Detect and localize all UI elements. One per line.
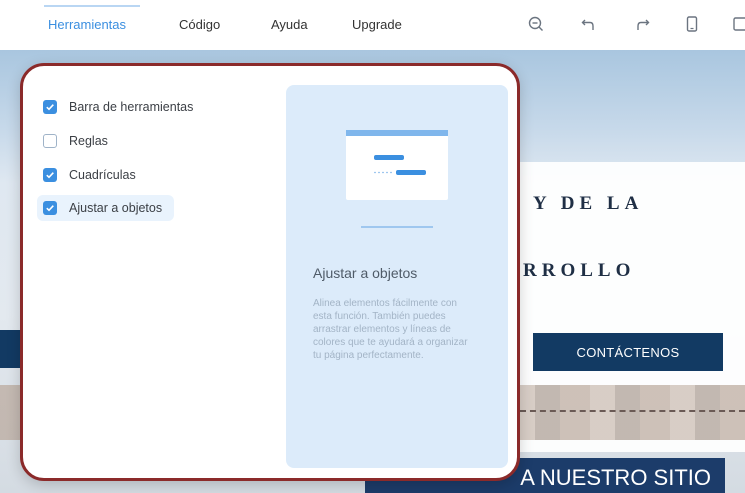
snap-illustration-icon (346, 130, 448, 200)
mobile-icon[interactable] (681, 13, 703, 35)
option-rulers[interactable]: Reglas (43, 128, 108, 154)
top-menu-bar: Herramientas Código Ayuda Upgrade (0, 0, 745, 51)
tools-dropdown-panel: Barra de herramientas Reglas Cuadrículas… (20, 63, 520, 481)
option-snap-to-objects-label: Ajustar a objetos (69, 201, 163, 215)
menu-herramientas[interactable]: Herramientas (48, 17, 126, 32)
site-heading-line1: Y DE LA (533, 193, 644, 214)
menu-codigo[interactable]: Código (179, 17, 220, 32)
preview-icon[interactable] (730, 13, 745, 35)
checkbox-checked-icon[interactable] (43, 100, 57, 114)
option-info-card: Ajustar a objetos Alinea elementos fácil… (286, 85, 508, 468)
site-heading-line2: RROLLO (523, 260, 636, 281)
option-snap-to-objects[interactable]: Ajustar a objetos (37, 195, 175, 221)
option-rulers-label: Reglas (69, 134, 108, 148)
redo-icon[interactable] (631, 13, 653, 35)
menu-ayuda[interactable]: Ayuda (271, 17, 308, 32)
option-toolbar-label: Barra de herramientas (69, 100, 194, 114)
site-contact-button[interactable]: CONTÁCTENOS (533, 333, 723, 371)
zoom-out-icon[interactable] (525, 13, 547, 35)
menu-upgrade[interactable]: Upgrade (352, 17, 402, 32)
info-title: Ajustar a objetos (313, 265, 418, 281)
option-grids[interactable]: Cuadrículas (43, 162, 136, 188)
info-description: Alinea elementos fácilmente con esta fun… (313, 298, 468, 361)
undo-icon[interactable] (578, 13, 600, 35)
checkbox-checked-icon[interactable] (43, 201, 57, 215)
site-divider (520, 410, 745, 412)
site-left-block (0, 330, 20, 368)
option-toolbar[interactable]: Barra de herramientas (43, 94, 193, 120)
option-grids-label: Cuadrículas (69, 168, 136, 182)
checkbox-checked-icon[interactable] (43, 168, 57, 182)
active-tab-indicator (44, 5, 140, 7)
illustration-divider (361, 226, 433, 228)
checkbox-unchecked-icon[interactable] (43, 134, 57, 148)
